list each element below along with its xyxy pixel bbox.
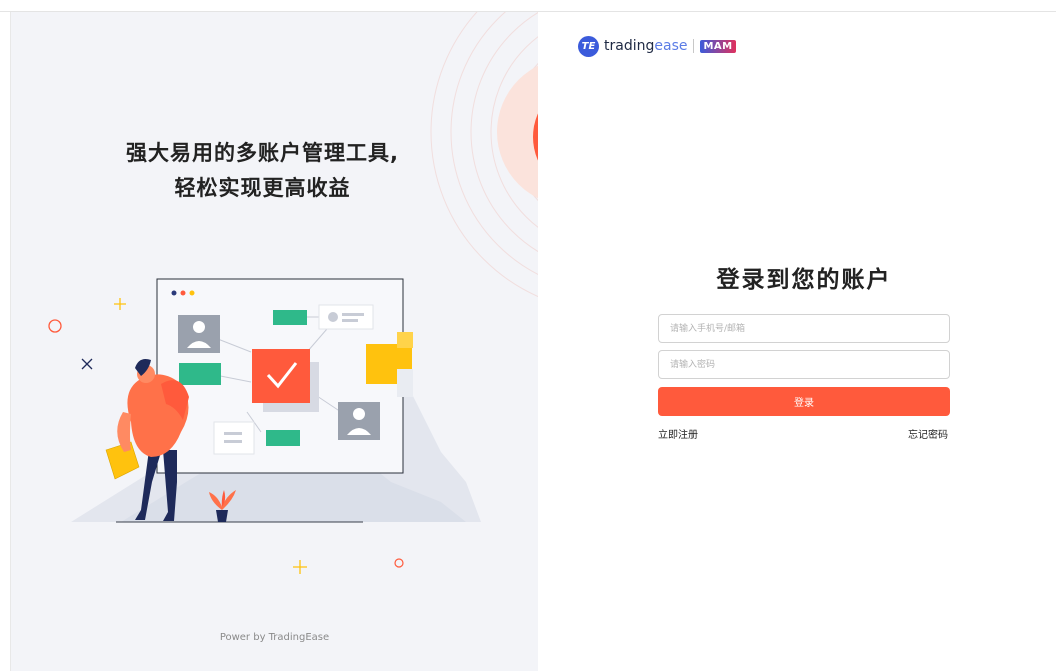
user-card-icon (338, 402, 380, 440)
password-input[interactable] (658, 350, 950, 379)
hero-illustration (48, 12, 538, 574)
register-link[interactable]: 立即注册 (658, 426, 698, 441)
cross-icon (81, 358, 93, 370)
powered-by-footer: Power by TradingEase (219, 632, 330, 643)
brand-divider (693, 39, 695, 53)
brand-badge: MAM (700, 39, 736, 53)
brand-name-ease: ease (654, 38, 688, 54)
login-title: 登录到您的账户 (716, 267, 892, 293)
login-panel: TE tradingease MAM 登录到您的账户 登录 立即注册 忘记密码 (538, 12, 1056, 671)
window-left-edge (0, 12, 11, 671)
plus-icon (293, 560, 307, 574)
plus-icon (114, 298, 126, 310)
circle-icon (48, 319, 62, 333)
hero-headline-line1: 强大易用的多账户管理工具, (126, 141, 399, 165)
circle-icon (394, 558, 404, 568)
login-button[interactable]: 登录 (658, 387, 950, 416)
brand-name: tradingease (604, 38, 687, 54)
brand-mark-icon: TE (578, 35, 599, 57)
checkmark-icon (252, 349, 310, 403)
forgot-password-link[interactable]: 忘记密码 (908, 426, 948, 441)
hero-headline-line2: 轻松实现更高收益 (174, 176, 351, 200)
window-top-edge (0, 0, 1056, 12)
user-card-icon (178, 315, 220, 353)
hero-panel: 强大易用的多账户管理工具, 轻松实现更高收益 Power by TradingE… (11, 12, 538, 671)
phone-email-input[interactable] (658, 314, 950, 343)
brand-logo: TE tradingease MAM (578, 34, 736, 58)
brand-name-trading: trading (604, 38, 655, 54)
